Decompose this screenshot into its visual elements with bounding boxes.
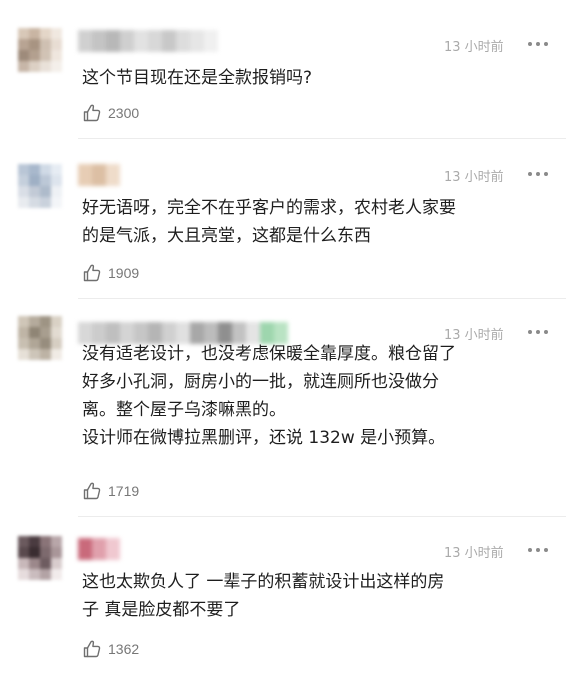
thumbs-up-icon (82, 103, 102, 123)
like-button[interactable]: 2300 (82, 102, 139, 124)
thumbs-up-icon (82, 639, 102, 659)
username-blurred[interactable] (78, 538, 120, 560)
username-blurred[interactable] (78, 30, 218, 52)
like-button[interactable]: 1719 (82, 480, 139, 502)
comment-text: 这也太欺负人了 一辈子的积蓄就设计出这样的房 子 真是脸皮都不要了 (82, 572, 445, 620)
thumbs-up-icon (82, 263, 102, 283)
avatar[interactable] (18, 316, 62, 360)
more-dots-icon[interactable] (526, 169, 550, 179)
like-button[interactable]: 1362 (82, 638, 139, 660)
like-count: 1362 (108, 641, 140, 657)
comment-text: 没有适老设计，也没考虑保暖全靠厚度。粮仓留了 好多小孔洞，厨房小的一批，就连厕所… (82, 344, 456, 448)
like-count: 2300 (108, 105, 140, 121)
avatar[interactable] (18, 28, 62, 72)
like-count: 1909 (108, 265, 140, 281)
more-dots-icon[interactable] (526, 39, 550, 49)
avatar[interactable] (18, 164, 62, 208)
thumbs-up-icon (82, 481, 102, 501)
comment-text: 好无语呀，完全不在乎客户的需求，农村老人家要 的是气派，大且亮堂，这都是什么东西 (82, 198, 456, 246)
like-count: 1719 (108, 483, 140, 499)
like-button[interactable]: 1909 (82, 262, 139, 284)
comment-timestamp: 13 小时前 (444, 170, 504, 185)
comment-divider (78, 516, 566, 517)
comment-timestamp: 13 小时前 (444, 546, 504, 561)
comment-timestamp: 13 小时前 (444, 40, 504, 55)
more-dots-icon[interactable] (526, 545, 550, 555)
comment-text: 这个节目现在还是全款报销吗? (82, 68, 313, 88)
avatar[interactable] (18, 536, 62, 580)
username-blurred[interactable] (78, 164, 120, 186)
more-dots-icon[interactable] (526, 327, 550, 337)
comment-divider (78, 138, 566, 139)
comment-divider (78, 298, 566, 299)
